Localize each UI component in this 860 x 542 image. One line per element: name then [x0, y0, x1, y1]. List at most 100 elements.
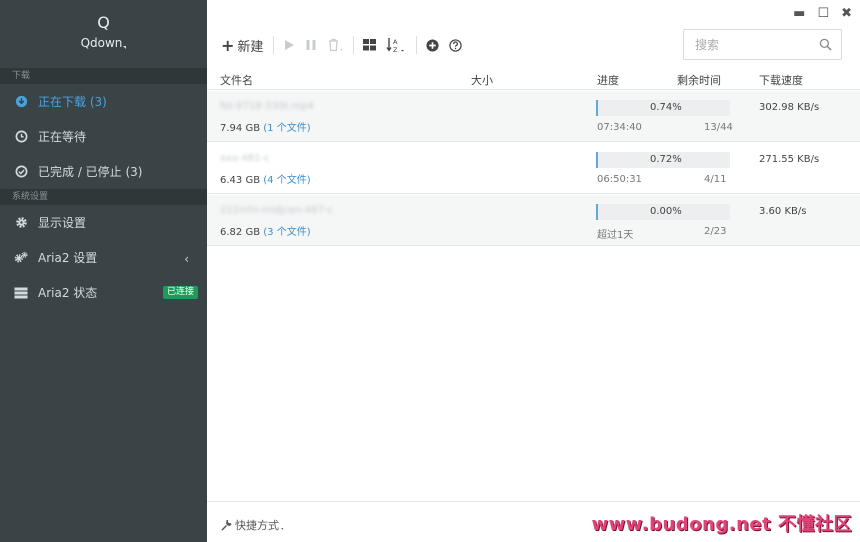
sidebar-item-aria2-settings[interactable]: Aria2 设置 ‹ — [0, 240, 207, 275]
grid-icon — [363, 39, 377, 51]
clock-icon — [14, 130, 28, 144]
size-value: 6.43 GB — [220, 175, 261, 186]
minimize-icon[interactable]: ▬ — [793, 6, 805, 21]
section-header-settings: 系统设置 — [0, 189, 207, 205]
sidebar-item-label: 正在等待 — [38, 130, 87, 144]
sidebar-item-label: 已完成 / 已停止 (3) — [38, 165, 143, 179]
pieces-count: 2/23 — [704, 226, 727, 237]
file-count-link[interactable]: (3 个文件) — [263, 227, 310, 238]
download-speed: 271.55 KB/s — [759, 154, 820, 165]
sort-alpha-icon: AZ — [386, 38, 405, 53]
download-circle-icon — [14, 95, 28, 109]
file-count-link[interactable]: (1 个文件) — [263, 123, 310, 134]
sidebar-item-finished[interactable]: 已完成 / 已停止 (3) — [0, 154, 207, 189]
app-name[interactable]: Qdown — [0, 36, 207, 50]
pieces-count: 13/44 — [704, 122, 733, 133]
status-badge: 已连接 — [162, 286, 198, 299]
remaining-time: 07:34:40 — [597, 122, 642, 133]
gears-icon — [14, 251, 28, 265]
sidebar-item-aria2-status[interactable]: Aria2 状态 已连接 — [0, 275, 207, 310]
progress-percent: 0.00% — [650, 206, 682, 217]
new-task-button[interactable]: + 新建 — [221, 33, 263, 57]
maximize-icon[interactable]: ☐ — [817, 6, 829, 21]
toolbar-divider — [416, 36, 418, 54]
svg-text:A: A — [393, 38, 398, 46]
progress-fill — [596, 100, 598, 116]
pieces-count: 4/11 — [704, 174, 727, 185]
sidebar-item-label: 显示设置 — [38, 216, 87, 230]
search-box[interactable]: 搜索 — [683, 29, 842, 60]
help-button[interactable] — [449, 33, 463, 57]
file-size: 6.43 GB (4 个文件) — [220, 171, 311, 186]
progress-percent: 0.74% — [650, 102, 682, 113]
shortcut-label: 快捷方式 — [235, 519, 279, 532]
search-input[interactable]: 搜索 — [695, 36, 719, 53]
pause-icon — [306, 40, 316, 50]
trash-icon — [329, 38, 344, 52]
table-row[interactable]: fel-9718-330t.mp4 7.94 GB (1 个文件) 0.74% … — [207, 91, 860, 142]
remaining-time: 06:50:31 — [597, 174, 642, 185]
footer-bar: 快捷方式 www.budong.net 不懂社区 — [207, 501, 860, 542]
toolbar-divider — [353, 36, 355, 54]
app-name-label: Qdown — [80, 36, 123, 50]
size-value: 6.82 GB — [220, 227, 261, 238]
progress-fill — [596, 152, 598, 168]
table-header: 文件名 大小 进度 剩余时间 下载速度 — [207, 68, 860, 90]
delete-button[interactable] — [327, 33, 344, 57]
file-count-link[interactable]: (4 个文件) — [263, 175, 310, 186]
file-name: 222mhi-midjcen-487-c — [220, 205, 333, 216]
sidebar-item-label: Aria2 状态 — [38, 286, 98, 300]
svg-text:Z: Z — [393, 46, 398, 53]
pause-button[interactable] — [305, 33, 317, 57]
chevron-left-icon[interactable]: ‹ — [184, 252, 189, 266]
start-button[interactable] — [283, 33, 295, 57]
download-speed: 3.60 KB/s — [759, 206, 807, 217]
column-header-name[interactable]: 文件名 — [220, 72, 253, 88]
file-size: 6.82 GB (3 个文件) — [220, 223, 311, 238]
brand[interactable]: Q Qdown — [0, 0, 207, 68]
caret-down-icon — [281, 528, 283, 530]
file-size: 7.94 GB (1 个文件) — [220, 119, 311, 134]
file-name: xxx-481-c — [220, 153, 270, 164]
table-row[interactable]: xxx-481-c 6.43 GB (4 个文件) 0.72% 06:50:31… — [207, 143, 860, 194]
toolbar-divider — [273, 36, 275, 54]
sidebar-item-display-settings[interactable]: 显示设置 — [0, 205, 207, 240]
add-circle-button[interactable] — [426, 33, 439, 57]
gear-icon — [14, 216, 28, 230]
play-icon — [285, 40, 295, 50]
new-task-label: 新建 — [237, 39, 264, 55]
sort-button[interactable]: AZ — [386, 33, 406, 57]
sidebar-item-label: Aria2 设置 — [38, 251, 98, 265]
main-panel: ▬ ☐ ✖ + 新建 AZ 搜索 文件名 大小 进度 剩余时间 下载速度 fel… — [207, 0, 860, 542]
column-header-size[interactable]: 大小 — [471, 72, 493, 88]
sidebar-item-waiting[interactable]: 正在等待 — [0, 119, 207, 154]
search-icon[interactable] — [819, 38, 832, 51]
caret-down-icon — [123, 46, 127, 49]
help-circle-icon — [449, 38, 463, 52]
file-name: fel-9718-330t.mp4 — [220, 101, 314, 112]
progress-fill — [596, 204, 598, 220]
column-header-progress[interactable]: 进度 — [597, 72, 619, 88]
wrench-icon — [221, 519, 232, 531]
remaining-time: 超过1天 — [597, 230, 634, 241]
close-icon[interactable]: ✖ — [841, 6, 852, 21]
size-value: 7.94 GB — [220, 123, 261, 134]
shortcut-button[interactable]: 快捷方式 — [221, 517, 283, 533]
sidebar: Q Qdown 下载 正在下载 (3) 正在等待 已完成 / 已停止 (3) 系… — [0, 0, 207, 542]
download-speed: 302.98 KB/s — [759, 102, 820, 113]
app-logo: Q — [97, 13, 110, 32]
progress-percent: 0.72% — [650, 154, 682, 165]
section-header-download: 下载 — [0, 68, 207, 84]
check-circle-icon — [14, 165, 28, 179]
plus-icon: + — [221, 35, 235, 55]
sidebar-item-downloading[interactable]: 正在下载 (3) — [0, 84, 207, 119]
window-controls: ▬ ☐ ✖ — [793, 6, 852, 21]
plus-circle-icon — [426, 38, 439, 52]
view-mode-button[interactable] — [363, 33, 377, 57]
sidebar-item-label: 正在下载 (3) — [38, 95, 107, 109]
table-row[interactable]: 222mhi-midjcen-487-c 6.82 GB (3 个文件) 0.0… — [207, 195, 860, 246]
server-icon — [14, 286, 28, 300]
column-header-speed[interactable]: 下载速度 — [759, 72, 803, 88]
column-header-remaining[interactable]: 剩余时间 — [677, 72, 721, 88]
watermark: www.budong.net 不懂社区 — [591, 514, 852, 535]
